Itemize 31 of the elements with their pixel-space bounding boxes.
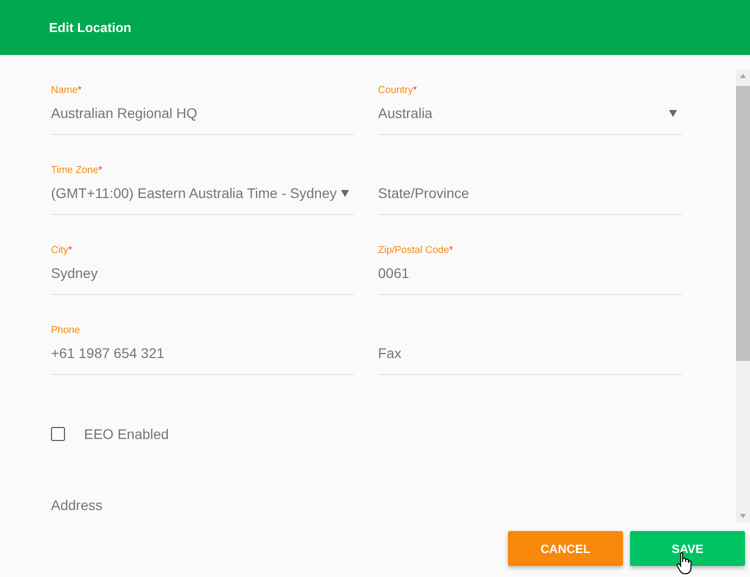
checkbox-label: EEO Enabled	[84, 426, 169, 442]
field-placeholder: Fax	[378, 345, 402, 361]
field-label: Zip/Postal Code*	[378, 245, 454, 256]
dropdown-caret-icon	[341, 190, 349, 196]
cancel-button[interactable]: CANCEL	[508, 531, 623, 566]
field-value: 0061	[378, 265, 410, 281]
field-value: +61 1987 654 321	[51, 345, 164, 361]
form-field[interactable]: Zip/Postal Code* 0061	[378, 230, 682, 295]
form-field[interactable]: City* Sydney	[51, 230, 354, 295]
field-label: Time Zone*	[51, 165, 102, 176]
dialog-title: Edit Location	[49, 20, 132, 35]
form-field[interactable]: Country* Australia	[378, 70, 682, 135]
field-value: (GMT+11:00) Eastern Australia Time - Sydney	[51, 185, 337, 201]
form-field[interactable]: Fax	[378, 310, 682, 375]
field-placeholder: State/Province	[378, 185, 470, 201]
field-label: City*	[51, 245, 72, 256]
field-label: Name*	[51, 85, 82, 96]
save-button[interactable]: SAVE	[630, 531, 745, 566]
form-field[interactable]: Time Zone* (GMT+11:00) Eastern Australia Time - Sydney	[51, 150, 354, 215]
field-value: Sydney	[51, 265, 98, 281]
checkbox[interactable]	[51, 427, 65, 441]
form-field[interactable]: Name* Australian Regional HQ	[51, 70, 354, 135]
form-field[interactable]: Phone +61 1987 654 321	[51, 310, 354, 375]
scrollbar[interactable]	[736, 70, 750, 522]
form-field[interactable]: State/Province	[378, 150, 682, 215]
field-value: Australian Regional HQ	[51, 105, 198, 121]
field-label: Phone	[51, 325, 80, 336]
address-field[interactable]: Address	[51, 497, 102, 513]
dropdown-caret-icon	[669, 110, 677, 116]
field-value: Australia	[378, 105, 432, 121]
field-label: Country*	[378, 85, 417, 96]
